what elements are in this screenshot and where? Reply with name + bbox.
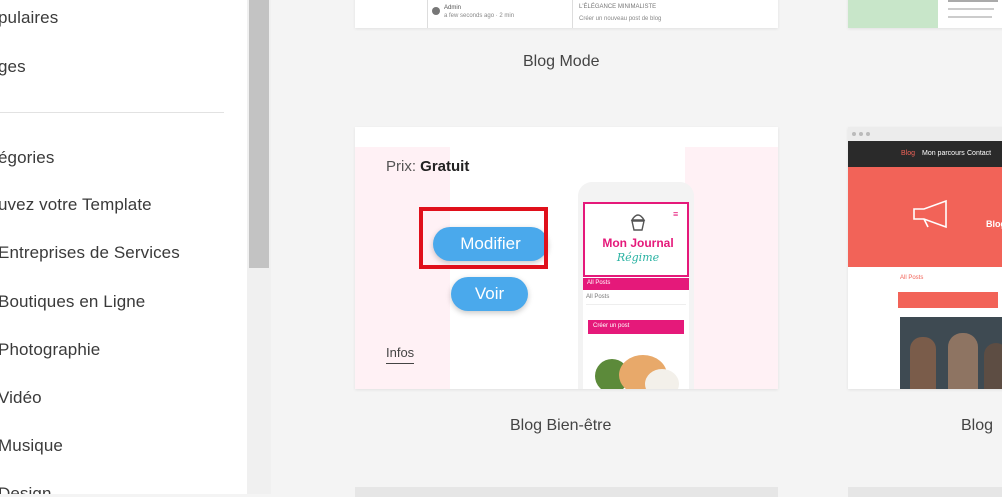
preview-menu-bar-label: All Posts	[587, 280, 611, 286]
preview-posts-label: All Posts	[586, 294, 610, 300]
preview-nav-bar: Blog Mon parcours Contact	[848, 141, 1002, 167]
megaphone-icon	[913, 199, 947, 229]
sidebar-item-pages[interactable]: ges	[0, 57, 26, 77]
sidebar-item-design[interactable]: Design	[0, 484, 52, 494]
preview-posts-row: All Posts	[586, 294, 686, 305]
sidebar-item-boutiques-en-ligne[interactable]: Boutiques en Ligne	[0, 292, 145, 312]
template-card-bottom-right[interactable]	[848, 487, 1002, 497]
sidebar: pulaires ges égories uvez votre Template…	[0, 0, 247, 494]
template-title-blog-bien-etre[interactable]: Blog Bien-être	[510, 417, 611, 435]
sidebar-item-musique[interactable]: Musique	[0, 436, 63, 456]
price-label: Prix:	[386, 158, 416, 175]
scrollbar[interactable]	[247, 0, 271, 494]
preview-green-block	[848, 0, 938, 28]
preview-post-card: Admin a few seconds ago · 2 min	[427, 0, 573, 28]
preview-create-post-bar: Créer un post	[588, 320, 684, 334]
preview-create-post-text: Créer un nouveau post de blog	[579, 16, 662, 22]
template-card-bottom-left[interactable]	[355, 487, 778, 497]
sidebar-item-populaires[interactable]: pulaires	[0, 8, 58, 28]
template-card-blog-right[interactable]: Blog Mon parcours Contact Blog All Posts	[848, 127, 1002, 389]
price-info: Prix: Gratuit	[386, 158, 469, 175]
scrollbar-thumb[interactable]	[249, 0, 269, 268]
preview-pink-band-right	[685, 147, 778, 389]
preview-nav-parcours: Mon parcours	[922, 150, 965, 157]
cupcake-icon	[630, 214, 646, 231]
preview-menu-bar: All Posts	[583, 278, 689, 290]
sidebar-divider	[0, 112, 224, 113]
template-title-blog-right[interactable]: Blog	[961, 417, 993, 435]
sidebar-item-entreprises-services[interactable]: Entreprises de Services	[0, 243, 180, 263]
template-title-blog-mode[interactable]: Blog Mode	[523, 53, 600, 71]
phone-screen: ≡ Mon Journal Régime All Posts All Posts…	[583, 202, 689, 389]
preview-search-bar	[898, 292, 998, 308]
preview-admin-time: a few seconds ago · 2 min	[444, 13, 515, 19]
preview-food-image	[583, 347, 689, 389]
preview-text-line	[948, 16, 992, 18]
highlight-box	[419, 207, 548, 269]
sidebar-item-trouvez-template[interactable]: uvez votre Template	[0, 195, 152, 215]
infos-link[interactable]: Infos	[386, 345, 415, 364]
preview-nav-contact: Contact	[967, 150, 992, 157]
sidebar-item-photographie[interactable]: Photographie	[0, 340, 100, 360]
preview-photo	[900, 317, 1002, 389]
preview-hero-text: Blog	[986, 219, 1002, 229]
preview-elegance-text: L'ÉLÉGANCE MINIMALISTE	[579, 4, 657, 10]
avatar	[432, 7, 440, 15]
template-card-blog-mode-preview[interactable]: Admin a few seconds ago · 2 min L'ÉLÉGAN…	[355, 0, 778, 28]
template-card-blog-bien-etre[interactable]: Prix: Gratuit ≡ Mon Journal Régime All P…	[355, 127, 778, 389]
preview-admin-name: Admin	[444, 5, 462, 11]
journal-title: Mon Journal	[602, 236, 674, 250]
journal-subtitle: Régime	[616, 251, 660, 264]
preview-create-post-label: Créer un post	[593, 323, 630, 329]
preview-hero: Blog	[848, 167, 1002, 267]
voir-button[interactable]: Voir	[451, 277, 528, 311]
price-value: Gratuit	[420, 158, 470, 175]
sidebar-item-categories[interactable]: égories	[0, 148, 54, 168]
journal-header: ≡ Mon Journal Régime	[583, 202, 689, 277]
menu-icon: ≡	[673, 209, 679, 219]
sidebar-item-video[interactable]: Vidéo	[0, 388, 42, 408]
template-card-top-right-preview[interactable]	[848, 0, 1002, 28]
preview-text-line	[948, 0, 998, 2]
preview-text-line	[948, 8, 994, 10]
preview-all-posts: All Posts	[900, 275, 924, 281]
browser-top-bar	[848, 127, 1002, 141]
phone-preview: ≡ Mon Journal Régime All Posts All Posts…	[578, 182, 694, 389]
preview-nav-blog: Blog	[901, 150, 916, 157]
